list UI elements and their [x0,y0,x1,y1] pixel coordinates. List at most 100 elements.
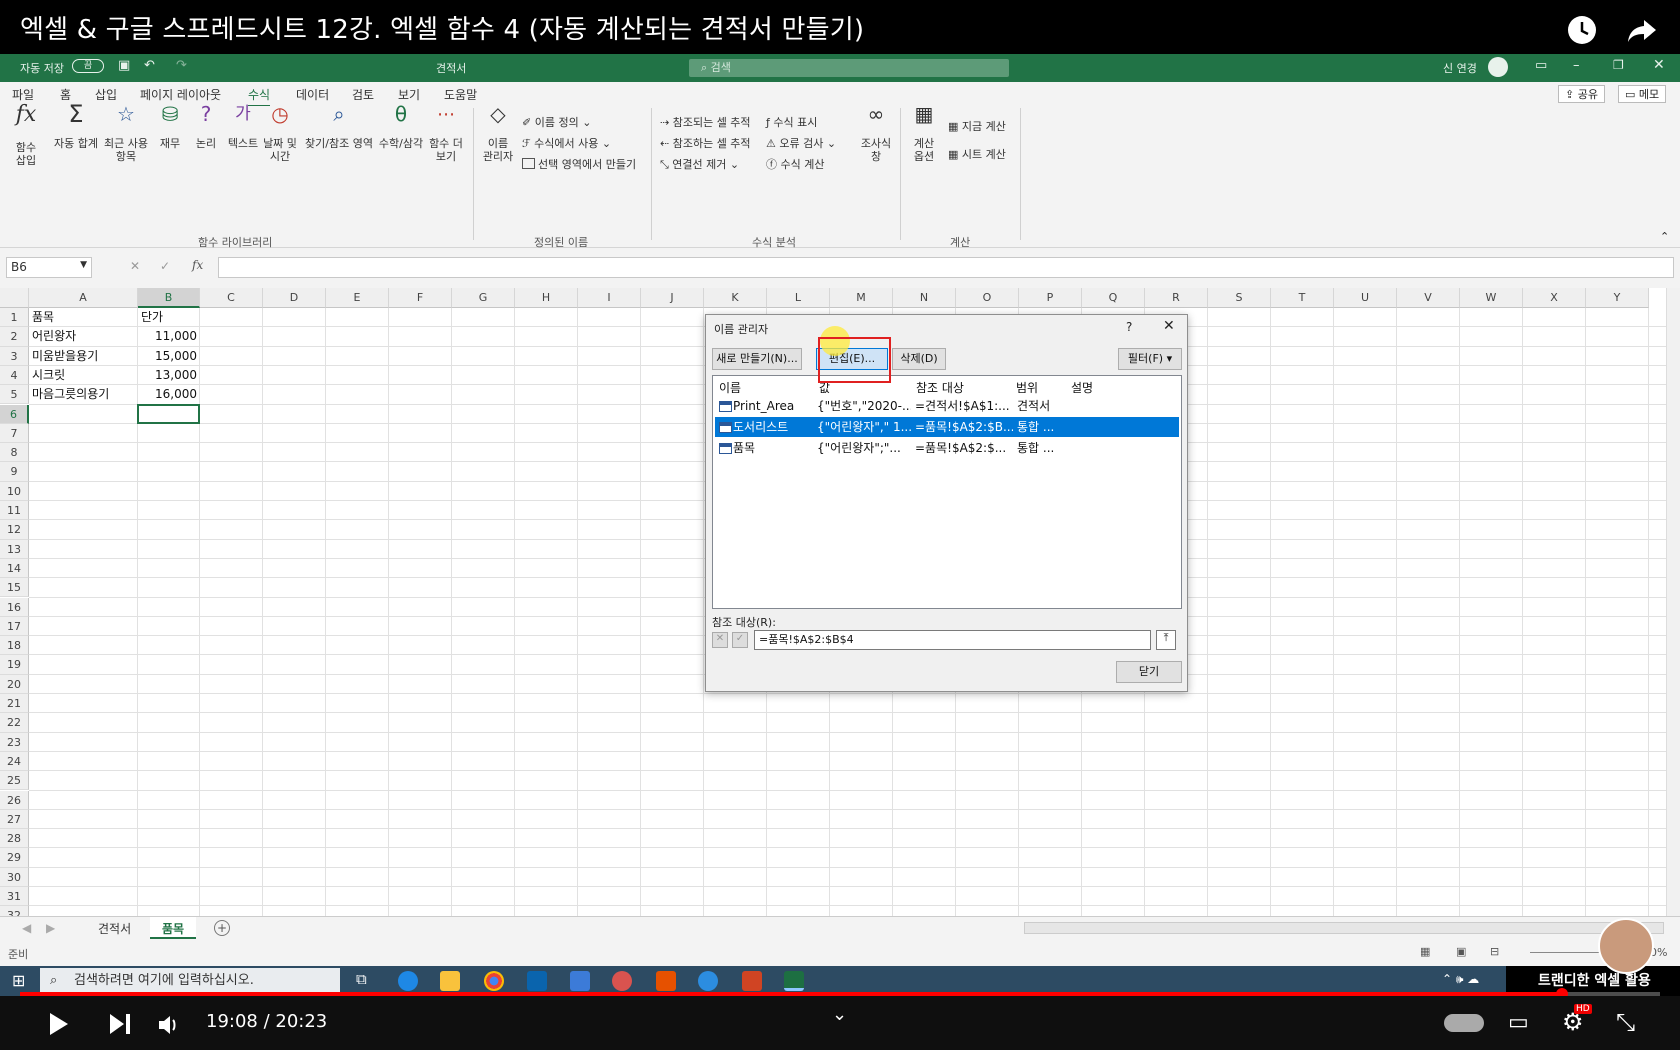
name-row-selected[interactable]: 도서리스트 {"어린왕자"," 1... =품목!$A$2:$B... 통합 .… [715,417,1179,437]
ribbon-display-icon[interactable]: ▭ [1535,58,1547,73]
column-header-P[interactable]: P [1019,288,1082,308]
sheet-tab-items[interactable]: 품목 [150,917,197,939]
tab-insert[interactable]: 삽입 [95,86,117,103]
row-header-22[interactable]: 22 [0,713,29,733]
column-header-G[interactable]: G [452,288,515,308]
column-header-T[interactable]: T [1271,288,1334,308]
row-header-30[interactable]: 30 [0,867,29,887]
close-icon[interactable]: ✕ [1653,57,1665,73]
name-row[interactable]: 품목 {"어린왕자";"... =품목!$A$2:$... 통합 ... [715,438,1179,458]
taskbar-search[interactable]: ⌕ 검색하려면 여기에 입력하십시오. [40,968,340,994]
datetime-button[interactable]: ◷ 날짜 및 시간 [262,104,298,163]
row-header-19[interactable]: 19 [0,655,29,675]
row-header-11[interactable]: 11 [0,501,29,521]
cell-A4[interactable]: 시크릿 [32,366,135,385]
tab-data[interactable]: 데이터 [296,86,329,103]
exit-fullscreen-icon[interactable]: ⤡ [1616,1008,1635,1036]
column-header-R[interactable]: R [1145,288,1208,308]
search-input[interactable]: ⌕ 검색 [689,59,1009,77]
cell-B2[interactable]: 11,000 [141,327,197,346]
column-header-S[interactable]: S [1208,288,1271,308]
chrome-icon[interactable] [484,971,504,991]
delete-name-button[interactable]: 삭제(D) [892,348,946,370]
column-header-A[interactable]: A [29,288,138,308]
normal-view-icon[interactable]: ▦ [1420,945,1430,958]
autosave-toggle[interactable]: 끔 [72,59,104,73]
name-list[interactable]: 이름 값 참조 대상 범위 설명 Print_Area {"번호","2020-… [712,375,1182,609]
header-refers-to[interactable]: 참조 대상 [916,379,964,396]
restore-icon[interactable]: ❐ [1613,58,1624,72]
row-header-32[interactable]: 32 [0,906,29,916]
row-header-23[interactable]: 23 [0,732,29,752]
edge-icon[interactable] [398,971,418,991]
row-header-8[interactable]: 8 [0,443,29,463]
cell-B5[interactable]: 16,000 [141,385,197,404]
save-icon[interactable]: ▣ [118,58,130,73]
enter-icon[interactable]: ✓ [160,259,170,273]
excel-taskbar-icon[interactable] [784,971,804,991]
column-header-F[interactable]: F [389,288,452,308]
trace-dependents-button[interactable]: ⇠ 참조하는 셀 추적 [660,135,751,151]
memo-button[interactable]: ▭ 메모 [1618,85,1667,103]
cancel-edit-icon[interactable]: ✕ [712,632,728,648]
financial-button[interactable]: ⛁ 재무 [155,104,185,150]
define-name-button[interactable]: ✐ 이름 정의 ⌄ [522,114,591,130]
office-icon[interactable] [656,971,676,991]
remove-arrows-button[interactable]: ⤡ 연결선 제거 ⌄ [660,156,739,172]
confirm-edit-icon[interactable]: ✓ [732,632,748,648]
fx-icon[interactable]: fx [192,258,203,272]
cancel-icon[interactable]: ✕ [130,259,140,273]
evaluate-formula-button[interactable]: ⓕ 수식 계산 [766,156,824,172]
page-layout-view-icon[interactable]: ▣ [1456,945,1466,958]
tray-icons[interactable]: ⌃ 🕪 ☁ [1442,972,1479,987]
autoplay-toggle[interactable] [1444,1014,1484,1032]
calc-options-button[interactable]: ▦ 계산 옵션 [906,104,942,163]
column-header-O[interactable]: O [956,288,1019,308]
row-header-21[interactable]: 21 [0,694,29,714]
column-header-D[interactable]: D [263,288,326,308]
column-header-Y[interactable]: Y [1586,288,1649,308]
subtitles-icon[interactable]: ▭ [1508,1010,1529,1035]
minimize-icon[interactable]: – [1573,58,1580,73]
volume-icon[interactable] [156,1012,182,1038]
select-all-corner[interactable] [0,288,29,308]
refers-to-input[interactable]: =품목!$A$2:$B$4 [754,630,1151,650]
row-header-1[interactable]: 1 [0,308,29,328]
row-header-28[interactable]: 28 [0,829,29,849]
row-header-10[interactable]: 10 [0,481,29,501]
show-formulas-button[interactable]: ƒ 수식 표시 [766,114,817,130]
row-header-13[interactable]: 13 [0,539,29,559]
cell-A5[interactable]: 마음그릇의용기 [32,385,135,404]
column-header-J[interactable]: J [641,288,704,308]
create-from-selection-button[interactable]: 선택 영역에서 만들기 [522,156,636,172]
column-header-V[interactable]: V [1397,288,1460,308]
file-explorer-icon[interactable] [440,971,460,991]
vertical-scrollbar[interactable] [1666,288,1680,916]
row-header-3[interactable]: 3 [0,346,29,366]
add-sheet-icon[interactable]: + [214,920,230,936]
row-header-5[interactable]: 5 [0,385,29,405]
column-header-B[interactable]: B [138,288,200,308]
cell-A2[interactable]: 어린왕자 [32,327,135,346]
row-header-2[interactable]: 2 [0,327,29,347]
prev-sheet-icon[interactable]: ◀ [22,921,31,935]
column-header-N[interactable]: N [893,288,956,308]
row-header-6[interactable]: 6 [0,404,29,424]
powerpoint-icon[interactable] [742,971,762,991]
row-header-12[interactable]: 12 [0,520,29,540]
row-header-17[interactable]: 17 [0,616,29,637]
column-header-L[interactable]: L [767,288,830,308]
share-icon[interactable] [1626,14,1658,46]
play-icon[interactable] [44,1010,72,1038]
use-in-formula-button[interactable]: ℱ 수식에서 사용 ⌄ [522,135,611,151]
tab-file[interactable]: 파일 [12,86,34,103]
cell-A1[interactable]: 품목 [32,308,135,327]
sync-icon[interactable] [612,971,632,991]
lookup-button[interactable]: ⌕ 찾기/참조 영역 [303,104,375,150]
row-header-16[interactable]: 16 [0,597,29,617]
name-row[interactable]: Print_Area {"번호","2020-... =견적서!$A$1:...… [715,396,1179,416]
help-icon[interactable]: ? [1126,320,1132,334]
text-functions-button[interactable]: 가 텍스트 [226,106,260,151]
tab-review[interactable]: 검토 [352,86,374,103]
column-header-I[interactable]: I [578,288,641,308]
